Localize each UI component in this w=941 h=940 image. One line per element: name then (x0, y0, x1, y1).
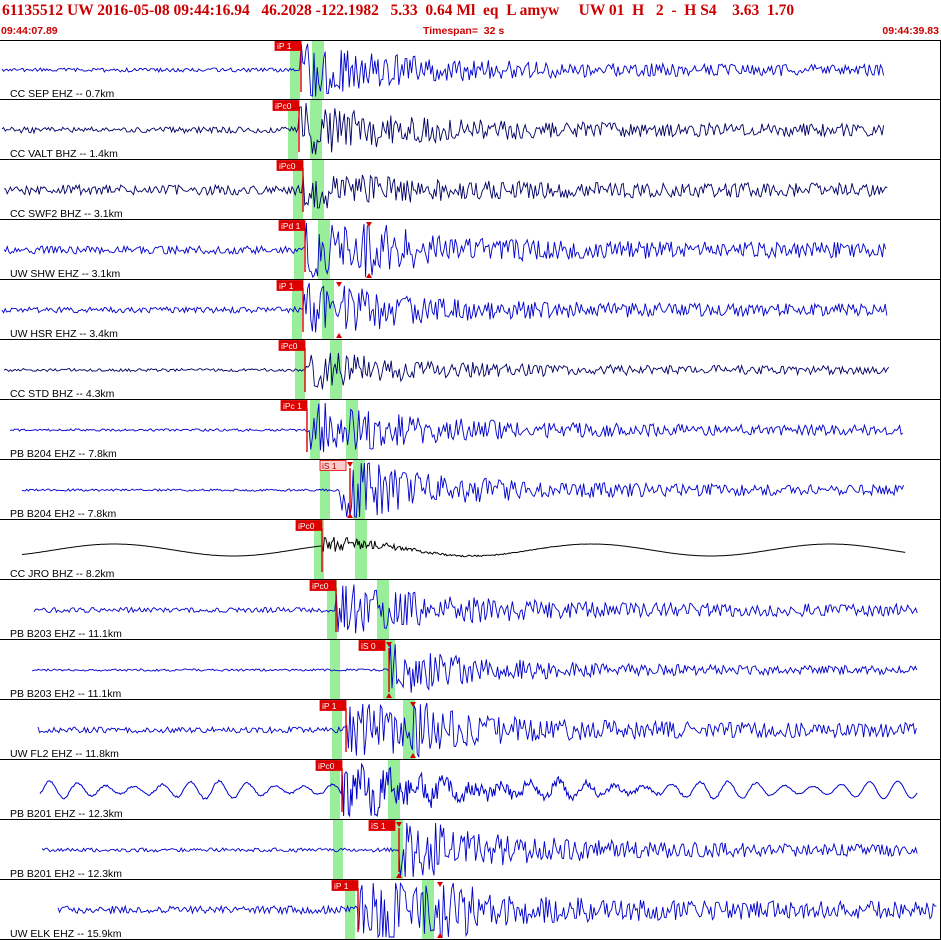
channel-row[interactable]: iP 1 UW FL2 EHZ -- 11.8km (0, 700, 941, 760)
channel-row[interactable]: iPc0 CC SWF2 BHZ -- 3.1km (0, 160, 941, 220)
waveform-trace (37, 702, 917, 758)
pick-flag-label: iP 1 (279, 281, 294, 291)
s-window-band (355, 520, 367, 580)
channel-row[interactable]: iS 1 PB B201 EH2 -- 12.3km (0, 820, 941, 880)
channel-row[interactable]: iP 1 UW HSR EHZ -- 3.4km (0, 280, 941, 340)
channel-row[interactable]: iPc0 CC JRO BHZ -- 8.2km (0, 520, 941, 580)
waveform-trace (31, 642, 918, 693)
pick-flag-label: iPc0 (281, 341, 298, 351)
channel-row[interactable]: iPc0 CC STD BHZ -- 4.3km (0, 340, 941, 400)
peak-down-triangle-icon (347, 462, 353, 467)
channel-row[interactable]: iPc 1 PB B204 EHZ -- 7.8km (0, 400, 941, 460)
pick-flag-label: iPc0 (279, 161, 296, 171)
peak-up-triangle-icon (336, 333, 342, 338)
waveform-trace (1, 42, 885, 97)
channel-label: PB B204 EH2 -- 7.8km (10, 508, 116, 520)
channel-label: PB B201 EHZ -- 12.3km (10, 808, 123, 820)
timespan-label: Timespan= 32 s (423, 25, 505, 37)
waveform-trace (1, 103, 885, 155)
s-window-band (346, 400, 358, 460)
pick-flag-label: iS 1 (371, 821, 386, 831)
waveform-trace (57, 881, 937, 939)
channel-label: UW HSR EHZ -- 3.4km (10, 328, 118, 340)
waveform-trace (33, 584, 918, 634)
waveform-trace (3, 174, 888, 209)
channel-label: PB B204 EHZ -- 7.8km (10, 448, 117, 460)
pick-flag-label: iP 1 (322, 701, 337, 711)
pick-flag-label: iPc0 (298, 521, 315, 531)
channel-label: CC JRO BHZ -- 8.2km (10, 568, 115, 580)
event-header: 61135512 UW 2016-05-08 09:44:16.94 46.20… (0, 0, 941, 40)
s-window-band (312, 160, 324, 220)
p-window-band (333, 820, 343, 880)
seismogram-panel[interactable]: iP 1 CC SEP EHZ -- 0.7km iPc0 CC VALT BHZ -… (0, 40, 941, 940)
pick-flag-label: iPc 1 (283, 401, 302, 411)
pick-flag-label: iPc0 (312, 581, 329, 591)
peak-down-triangle-icon (437, 882, 443, 887)
channel-row[interactable]: iPc0 CC VALT BHZ -- 1.4km (0, 100, 941, 160)
channel-label: UW FL2 EHZ -- 11.8km (10, 748, 119, 760)
channel-label: UW SHW EHZ -- 3.1km (10, 268, 120, 280)
peak-up-triangle-icon (366, 273, 372, 278)
waveform-trace (21, 462, 905, 518)
channel-row[interactable]: iPc0 PB B201 EHZ -- 12.3km (0, 760, 941, 820)
start-time-label: 09:44:07.89 (1, 25, 58, 37)
peak-up-triangle-icon (347, 513, 353, 518)
waveform-trace (3, 352, 890, 390)
channel-row[interactable]: iPd 1 UW SHW EHZ -- 3.1km (0, 220, 941, 280)
channel-row[interactable]: iS 1 PB B204 EH2 -- 7.8km (0, 460, 941, 520)
channel-label: CC VALT BHZ -- 1.4km (10, 148, 118, 160)
channel-label: CC SWF2 BHZ -- 3.1km (10, 208, 123, 220)
channel-label: UW ELK EHZ -- 15.9km (10, 928, 122, 940)
waveform-trace (21, 536, 906, 558)
channel-row[interactable]: iP 1 CC SEP EHZ -- 0.7km (0, 40, 941, 100)
pick-flag-label: iP 1 (334, 881, 349, 891)
waveform-trace (3, 222, 887, 278)
channel-row[interactable]: iS 0 PB B203 EH2 -- 11.1km (0, 640, 941, 700)
waveform-trace (9, 402, 904, 453)
pick-flag-label: iS 1 (322, 461, 337, 471)
channel-label: PB B203 EH2 -- 11.1km (10, 688, 122, 700)
waveform-trace (39, 762, 918, 818)
channel-label: PB B203 EHZ -- 11.1km (10, 628, 122, 640)
peak-down-triangle-icon (366, 222, 372, 227)
pick-flag-label: iP 1 (277, 41, 292, 51)
end-time-label: 09:44:39.83 (882, 25, 939, 37)
waveform-trace (41, 822, 918, 878)
channel-row[interactable]: iP 1 UW ELK EHZ -- 15.9km (0, 880, 941, 940)
pick-flag-label: iPd 1 (281, 221, 301, 231)
waveform-trace (1, 282, 888, 333)
pick-flag-label: iPc0 (275, 101, 292, 111)
event-summary-line: 61135512 UW 2016-05-08 09:44:16.94 46.20… (2, 2, 795, 19)
pick-flag-label: iPc0 (318, 761, 335, 771)
channel-label: CC STD BHZ -- 4.3km (10, 388, 115, 400)
pick-flag-label: iS 0 (361, 641, 376, 651)
peak-down-triangle-icon (336, 282, 342, 287)
channel-label: CC SEP EHZ -- 0.7km (10, 88, 114, 100)
channel-label: PB B201 EH2 -- 12.3km (10, 868, 122, 880)
channel-row[interactable]: iPc0 PB B203 EHZ -- 11.1km (0, 580, 941, 640)
